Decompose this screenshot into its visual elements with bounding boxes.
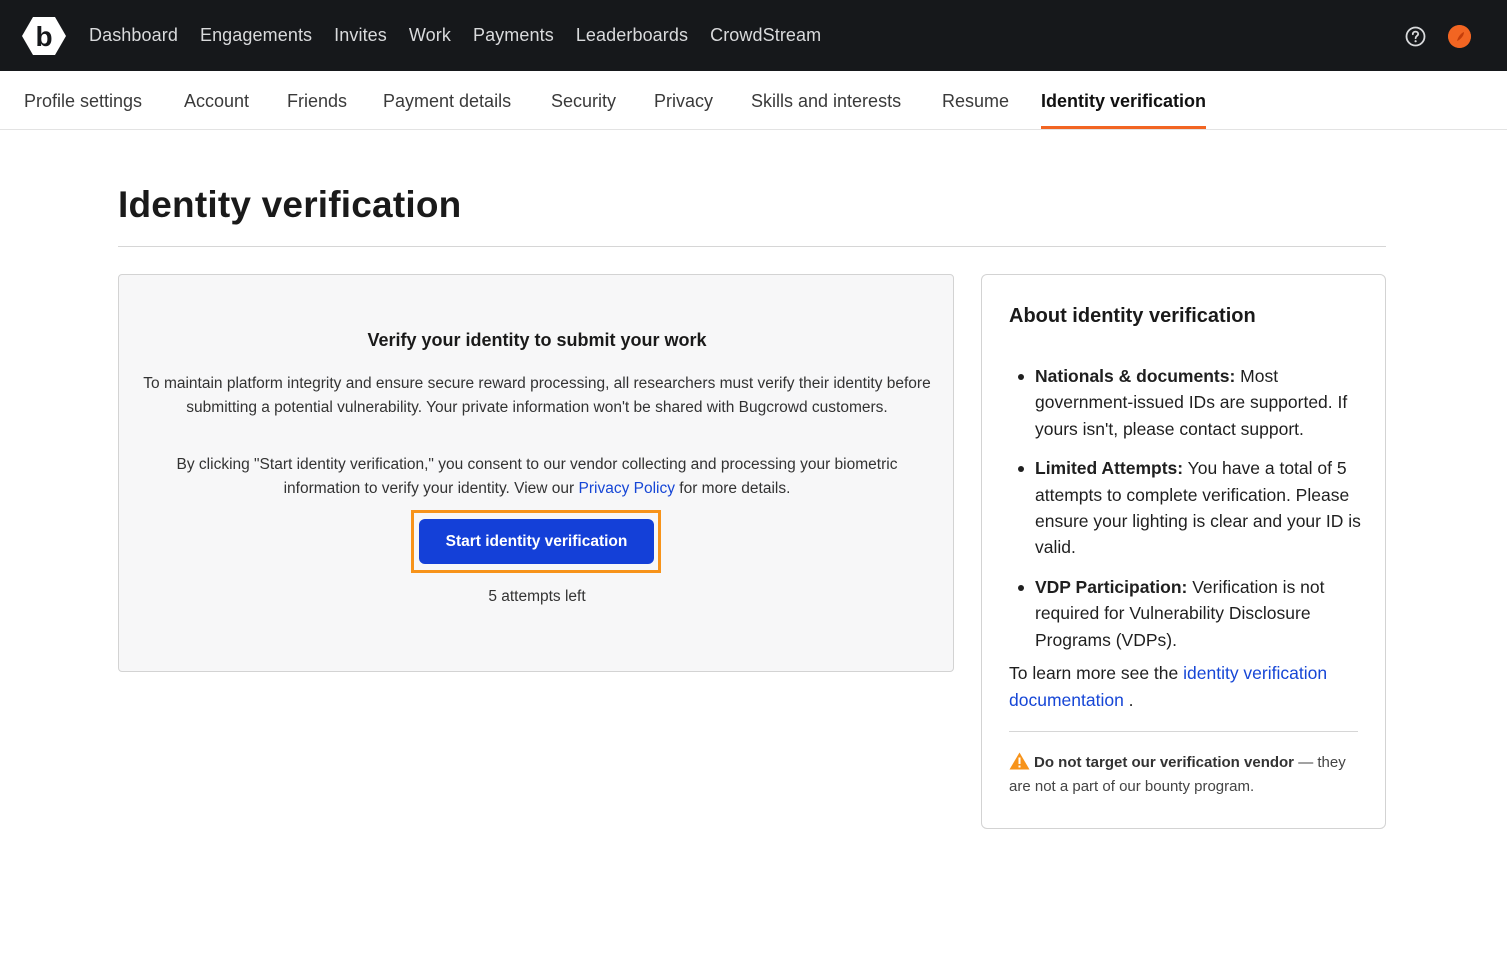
verification-heading: Verify your identity to submit your work bbox=[367, 330, 707, 350]
settings-subnav: Profile settings Account Friends Payment… bbox=[0, 71, 1507, 130]
nav-dashboard[interactable]: Dashboard bbox=[89, 25, 178, 46]
tab-account[interactable]: Account bbox=[184, 71, 249, 129]
learn-more-after: . bbox=[1123, 690, 1134, 710]
top-navbar: b Dashboard Engagements Invites Work Pay… bbox=[0, 0, 1507, 71]
nav-invites[interactable]: Invites bbox=[334, 25, 387, 46]
list-item-label: VDP Participation: bbox=[1035, 577, 1188, 598]
tab-friends[interactable]: Friends bbox=[287, 71, 347, 129]
tab-security[interactable]: Security bbox=[551, 71, 616, 129]
tab-profile-settings[interactable]: Profile settings bbox=[24, 71, 142, 129]
nav-work[interactable]: Work bbox=[409, 25, 451, 46]
privacy-policy-link[interactable]: Privacy Policy bbox=[579, 480, 675, 497]
page-title: Identity verification bbox=[118, 184, 462, 225]
about-verification-card: About identity verification Nationals & … bbox=[981, 274, 1386, 829]
learn-more-text: To learn more see the identity verificat… bbox=[1009, 660, 1369, 714]
user-avatar[interactable] bbox=[1448, 25, 1471, 48]
tab-payment-details[interactable]: Payment details bbox=[383, 71, 511, 129]
list-item: Nationals & documents: Most government-i… bbox=[1009, 363, 1364, 442]
consent-text-after: for more details. bbox=[674, 479, 791, 497]
start-identity-verification-button[interactable]: Start identity verification bbox=[419, 519, 654, 564]
about-list: Nationals & documents: Most government-i… bbox=[1009, 363, 1364, 666]
tab-identity-verification[interactable]: Identity verification bbox=[1041, 71, 1207, 129]
attempts-left-text: 5 attempts left bbox=[488, 588, 586, 605]
nav-engagements[interactable]: Engagements bbox=[200, 25, 312, 46]
list-item-label: Limited Attempts: bbox=[1035, 458, 1184, 479]
list-item: VDP Participation: Verification is not r… bbox=[1009, 574, 1364, 653]
nav-payments[interactable]: Payments bbox=[473, 25, 554, 46]
learn-more-before: To learn more see the bbox=[1009, 663, 1184, 683]
verification-description: To maintain platform integrity and ensur… bbox=[143, 375, 931, 416]
nav-crowdstream[interactable]: CrowdStream bbox=[710, 25, 821, 46]
top-nav-links: Dashboard Engagements Invites Work Payme… bbox=[89, 0, 843, 71]
tab-privacy[interactable]: Privacy bbox=[654, 71, 713, 129]
bugcrowd-logo-icon[interactable]: b bbox=[22, 17, 66, 55]
side-divider bbox=[1009, 731, 1358, 732]
help-circle-icon[interactable] bbox=[1405, 26, 1426, 47]
nav-leaderboards[interactable]: Leaderboards bbox=[576, 25, 688, 46]
list-item: Limited Attempts: You have a total of 5 … bbox=[1009, 455, 1364, 560]
svg-text:b: b bbox=[35, 21, 52, 52]
list-item-label: Nationals & documents: bbox=[1035, 366, 1236, 386]
about-title: About identity verification bbox=[1009, 305, 1256, 327]
warning-triangle-icon bbox=[1009, 752, 1030, 770]
avatar-graphic-icon bbox=[1448, 25, 1471, 48]
consent-text: By clicking "Start identity verification… bbox=[139, 453, 935, 500]
title-divider bbox=[118, 246, 1386, 247]
verification-card: Verify your identity to submit your work… bbox=[118, 274, 954, 672]
vendor-warning: Do not target our verification vendor — … bbox=[1009, 751, 1354, 799]
warning-bold: Do not target our verification vendor bbox=[1034, 754, 1295, 771]
tab-skills-and-interests[interactable]: Skills and interests bbox=[751, 71, 901, 129]
tab-resume[interactable]: Resume bbox=[942, 71, 1009, 129]
